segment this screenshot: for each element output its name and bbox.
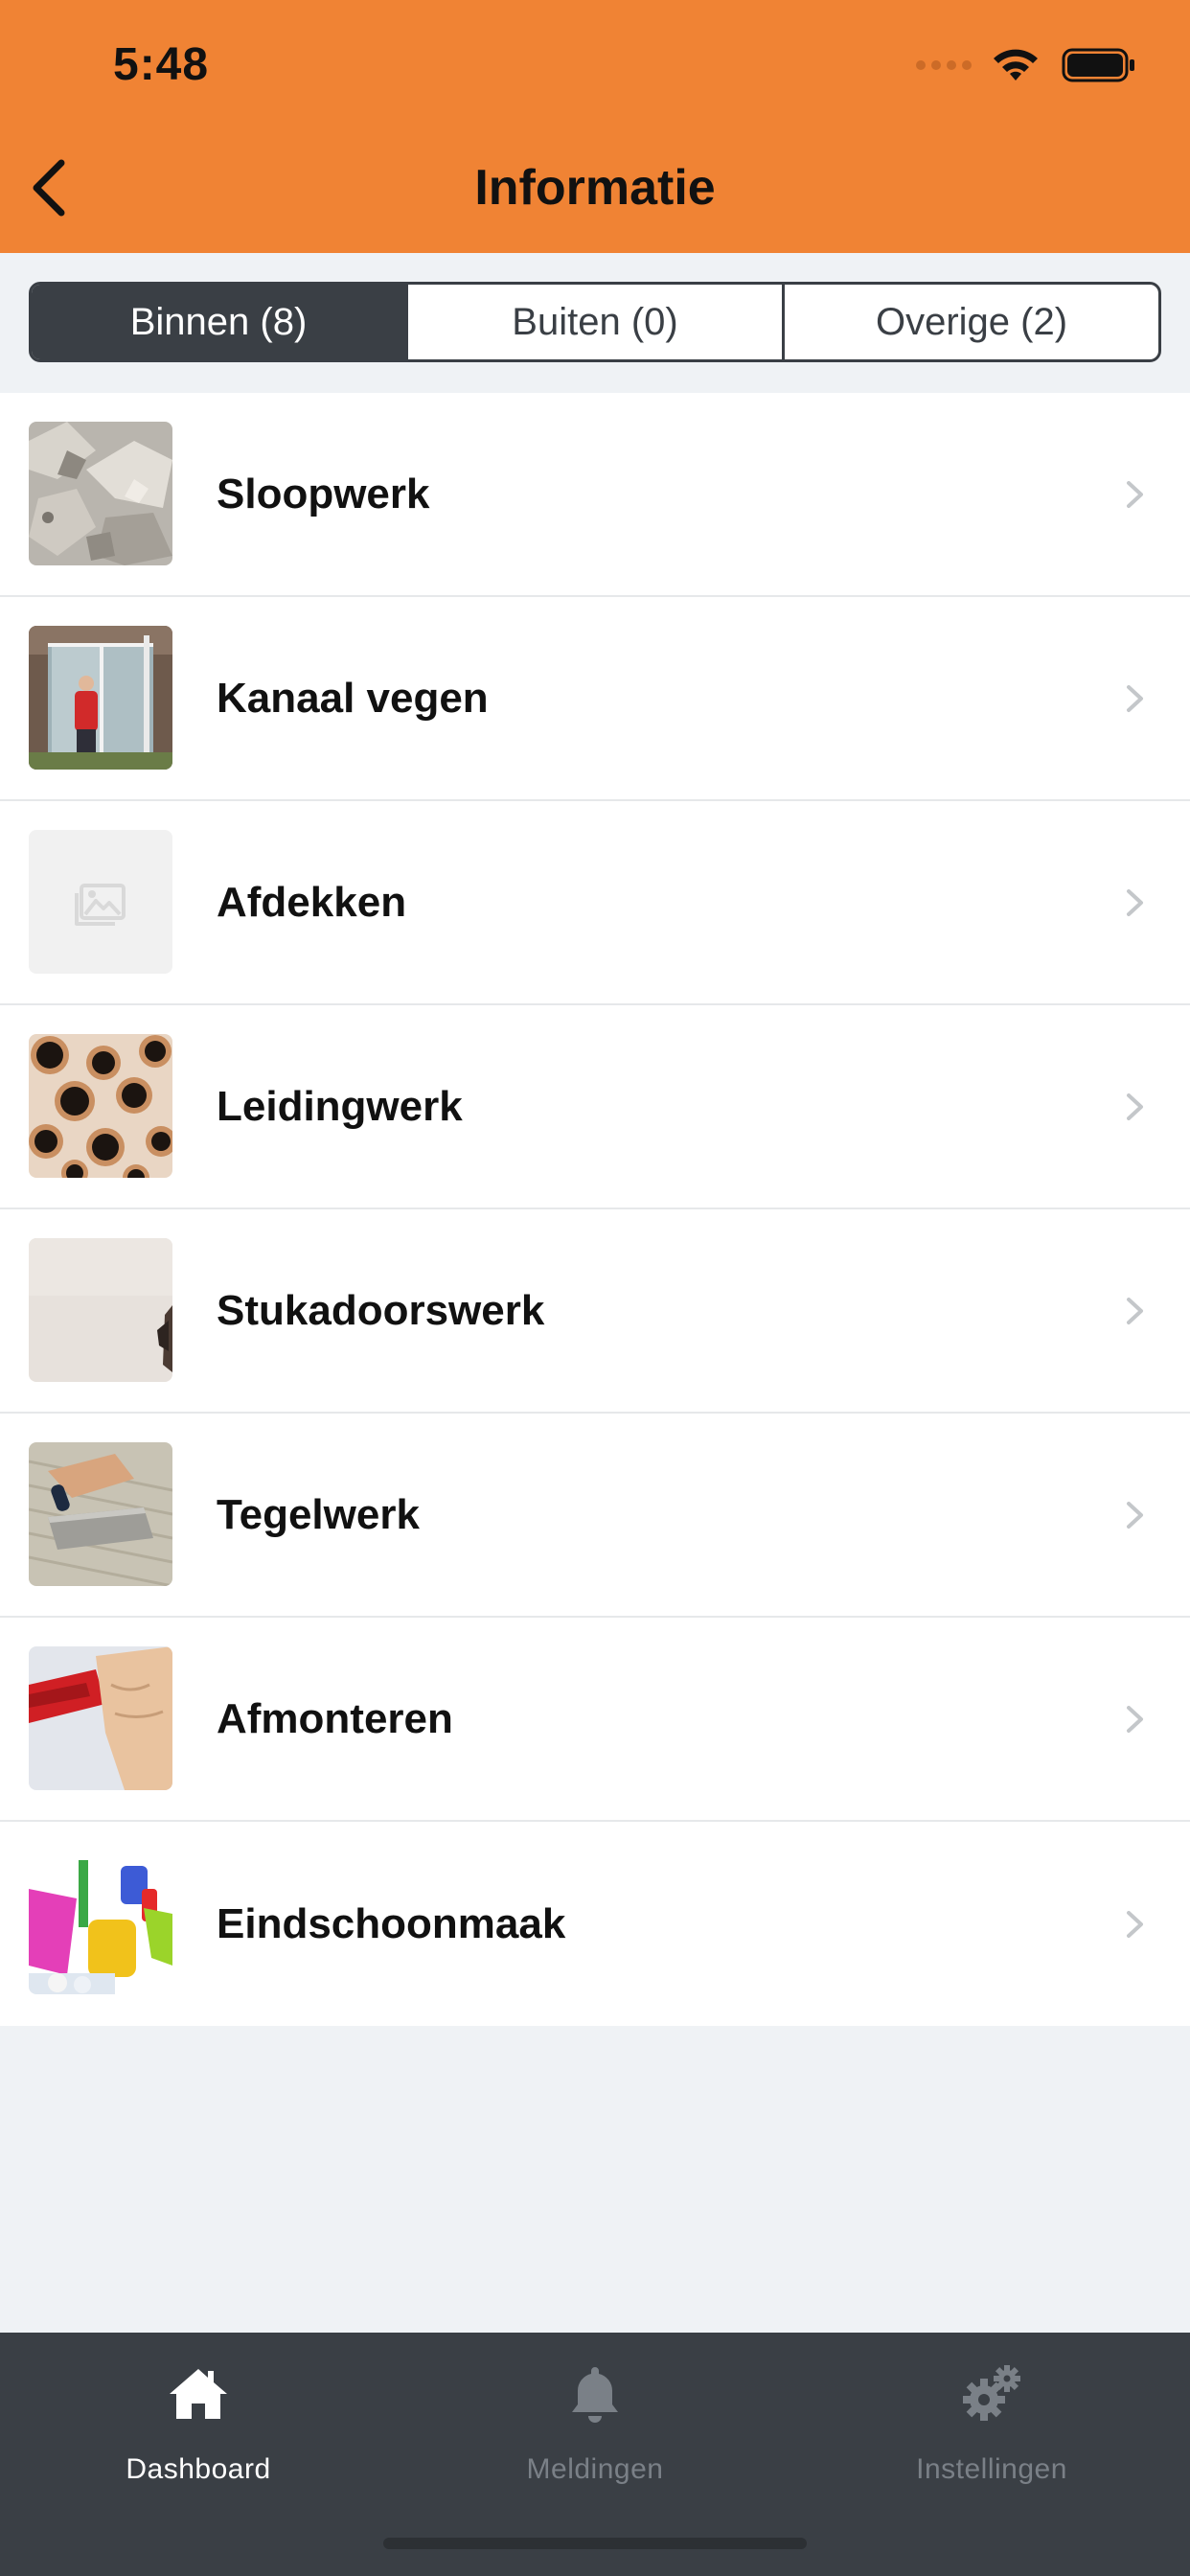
- list-item-label: Afdekken: [217, 878, 407, 926]
- chevron-right-icon: [1127, 888, 1143, 916]
- tab-label: Dashboard: [126, 2453, 271, 2485]
- chevron-right-icon: [1127, 1501, 1143, 1529]
- info-list: Sloopwerk Kanaal vegen Afdekken Leidingw…: [0, 393, 1190, 2026]
- rubble-image: [29, 422, 172, 565]
- list-item-tegelwerk[interactable]: Tegelwerk: [0, 1414, 1190, 1618]
- list-item-label: Sloopwerk: [217, 470, 430, 518]
- list-item-leidingwerk[interactable]: Leidingwerk: [0, 1005, 1190, 1209]
- plaster-wall-image: [29, 1238, 172, 1382]
- bell-icon: [572, 2367, 618, 2423]
- chevron-right-icon: [1127, 1705, 1143, 1733]
- home-indicator: [383, 2538, 807, 2549]
- cleaning-supplies-image: [29, 1851, 172, 1994]
- list-item-label: Leidingwerk: [217, 1082, 463, 1130]
- list-item-afmonteren[interactable]: Afmonteren: [0, 1618, 1190, 1822]
- segmented-control: Binnen (8) Buiten (0) Overige (2): [29, 282, 1161, 362]
- chevron-right-icon: [1127, 1910, 1143, 1938]
- list-item-sloopwerk[interactable]: Sloopwerk: [0, 393, 1190, 597]
- list-item-eindschoonmaak[interactable]: Eindschoonmaak: [0, 1822, 1190, 2026]
- tab-label: Meldingen: [526, 2453, 664, 2485]
- list-item-label: Eindschoonmaak: [217, 1899, 566, 1947]
- chevron-right-icon: [1127, 480, 1143, 508]
- page-title: Informatie: [474, 160, 716, 216]
- segment-binnen[interactable]: Binnen (8): [32, 285, 408, 359]
- app-header: 5:48 Informatie: [0, 0, 1190, 253]
- segment-overige[interactable]: Overige (2): [785, 285, 1158, 359]
- chevron-right-icon: [1127, 1297, 1143, 1324]
- status-time: 5:48: [113, 39, 210, 90]
- battery-icon: [1062, 48, 1134, 82]
- list-item-afdekken[interactable]: Afdekken: [0, 801, 1190, 1005]
- list-item-label: Tegelwerk: [217, 1490, 420, 1538]
- wifi-icon: [994, 49, 1038, 80]
- window-worker-image: [29, 626, 172, 770]
- home-icon: [170, 2369, 227, 2419]
- tab-label: Instellingen: [916, 2453, 1067, 2485]
- list-item-label: Afmonteren: [217, 1694, 453, 1742]
- tile-trowel-image: [29, 1442, 172, 1586]
- signal-icon: [916, 60, 972, 70]
- chevron-right-icon: [1127, 1092, 1143, 1120]
- tab-dashboard[interactable]: Dashboard: [0, 2333, 397, 2576]
- status-icons: [916, 44, 1136, 86]
- hand-tape-image: [29, 1646, 172, 1790]
- list-item-label: Stukadoorswerk: [217, 1286, 545, 1334]
- list-item-kanaal-vegen[interactable]: Kanaal vegen: [0, 597, 1190, 801]
- segment-buiten[interactable]: Buiten (0): [408, 285, 785, 359]
- tab-instellingen[interactable]: Instellingen: [793, 2333, 1190, 2576]
- chevron-right-icon: [1127, 684, 1143, 712]
- list-item-label: Kanaal vegen: [217, 674, 489, 722]
- placeholder-image-icon: [29, 830, 172, 974]
- list-item-stukadoorswerk[interactable]: Stukadoorswerk: [0, 1209, 1190, 1414]
- gears-icon: [963, 2365, 1020, 2421]
- copper-pipes-image: [29, 1034, 172, 1178]
